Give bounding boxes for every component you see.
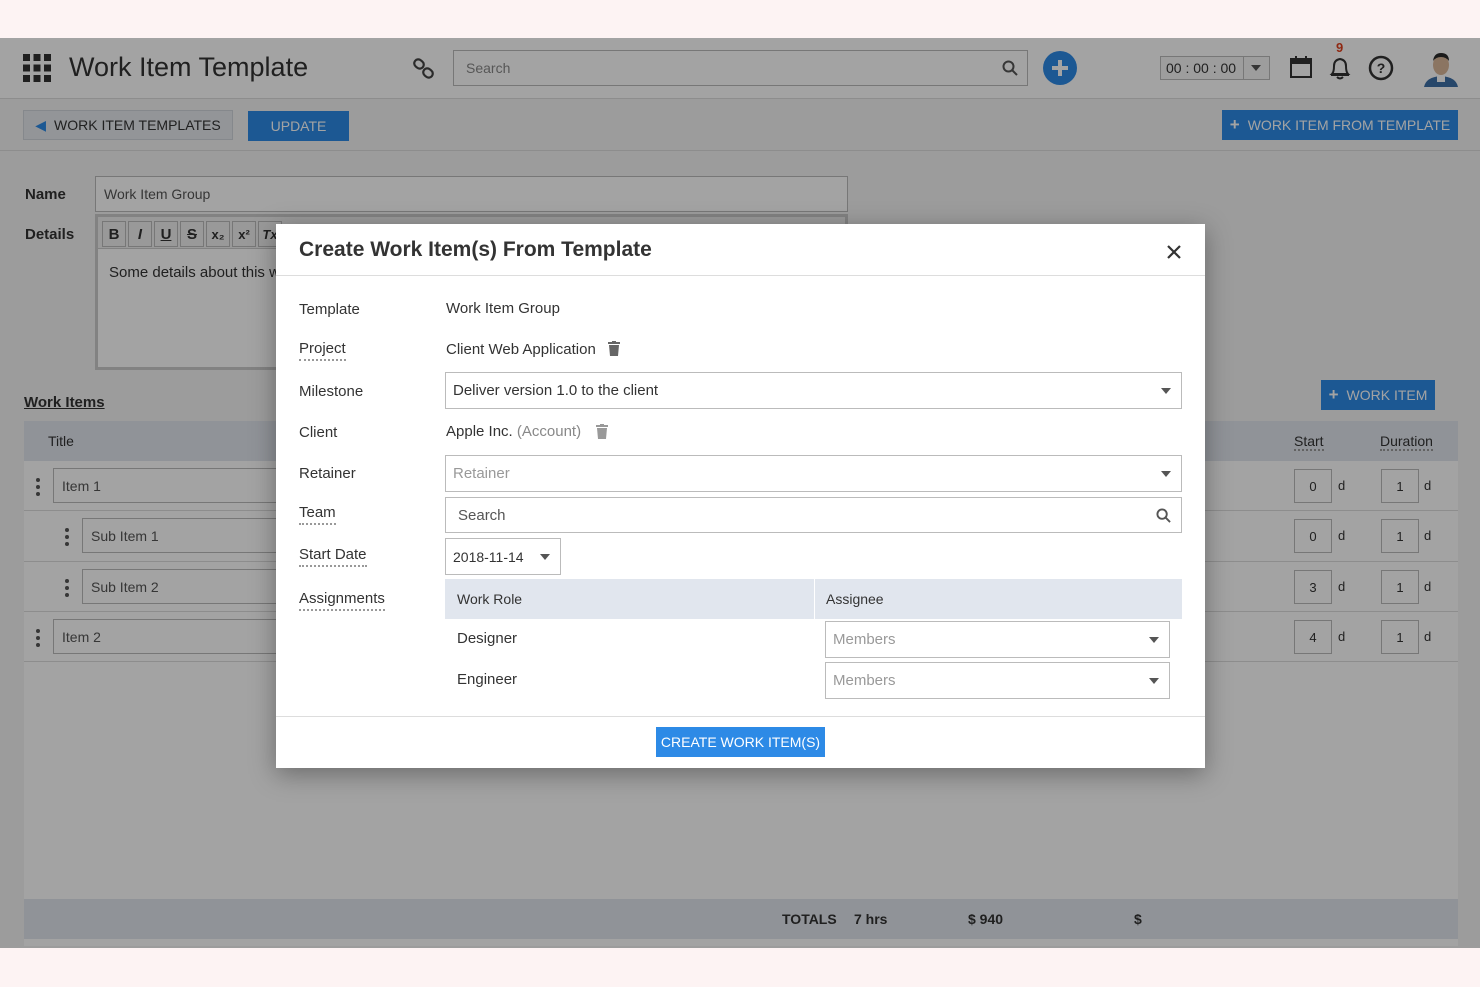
template-value: Work Item Group [446, 300, 560, 317]
search-icon [1156, 508, 1171, 523]
chevron-down-icon [1161, 470, 1171, 477]
dialog-header-divider [276, 275, 1205, 276]
client-label: Client [299, 424, 338, 441]
client-name: Apple Inc. [446, 423, 513, 440]
retainer-label: Retainer [299, 465, 356, 482]
assignments-header: Work Role Assignee [445, 579, 1182, 619]
project-label[interactable]: Project [299, 340, 346, 361]
team-label[interactable]: Team [299, 504, 336, 525]
template-label: Template [299, 301, 360, 318]
milestone-select[interactable]: Deliver version 1.0 to the client [445, 372, 1182, 409]
trash-icon[interactable] [608, 341, 620, 356]
start-date-value: 2018-11-14 [453, 548, 524, 565]
chevron-down-icon [1149, 677, 1159, 684]
engineer-assignee-select[interactable]: Members [825, 662, 1170, 699]
column-divider [814, 579, 815, 619]
designer-assignee-select[interactable]: Members [825, 621, 1170, 658]
role-engineer: Engineer [457, 671, 518, 688]
assignee-placeholder: Members [833, 672, 896, 689]
retainer-select[interactable]: Retainer [445, 455, 1182, 492]
retainer-placeholder: Retainer [453, 465, 510, 482]
assignee-column: Assignee [826, 591, 884, 607]
milestone-value: Deliver version 1.0 to the client [453, 382, 659, 399]
trash-icon[interactable] [596, 424, 608, 439]
assignee-placeholder: Members [833, 631, 896, 648]
chevron-down-icon [1149, 636, 1159, 643]
create-from-template-dialog: Create Work Item(s) From Template Templa… [276, 224, 1205, 768]
client-type: (Account) [516, 423, 582, 440]
assignments-label[interactable]: Assignments [299, 590, 385, 611]
close-icon[interactable] [1165, 243, 1183, 261]
start-date-label[interactable]: Start Date [299, 546, 367, 567]
work-role-column: Work Role [457, 591, 523, 607]
dialog-footer-divider [276, 716, 1205, 717]
dialog-title: Create Work Item(s) From Template [299, 238, 652, 261]
role-designer: Designer [457, 630, 518, 647]
client-value: Apple Inc. (Account) [446, 423, 581, 440]
create-work-items-button[interactable]: CREATE WORK ITEM(S) [656, 727, 825, 757]
chevron-down-icon [540, 553, 550, 560]
milestone-label: Milestone [299, 383, 364, 400]
team-placeholder: Search [458, 506, 506, 524]
team-search-input[interactable]: Search [445, 497, 1182, 533]
chevron-down-icon [1161, 387, 1171, 394]
project-value: Client Web Application [446, 341, 596, 358]
assignments-table: Work Role Assignee Designer Members Engi… [445, 579, 1182, 705]
start-date-picker[interactable]: 2018-11-14 [445, 538, 561, 575]
